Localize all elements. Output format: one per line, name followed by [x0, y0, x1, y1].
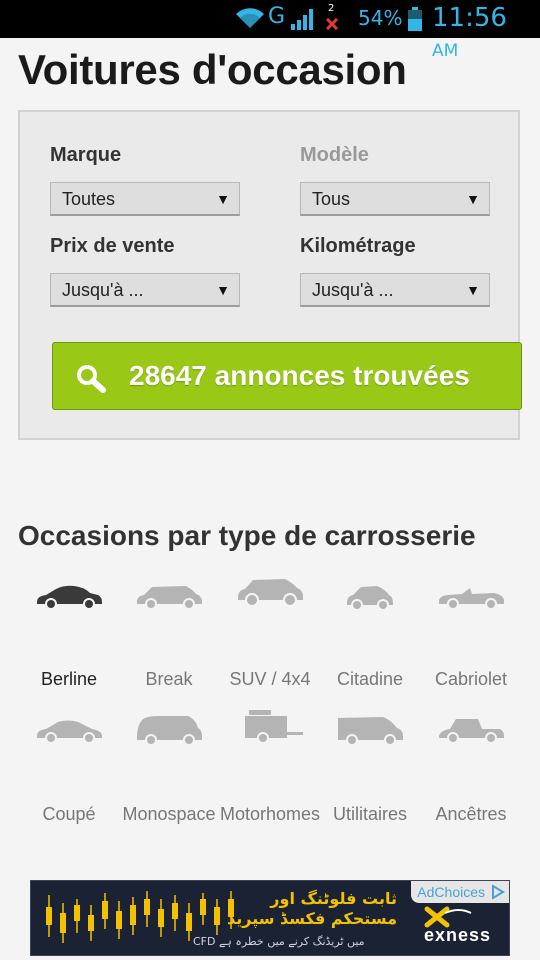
body-type-citadine[interactable]: Citadine — [318, 580, 422, 700]
ad-headline: ثابت فلوٹنگ اور مستحکم فکسڈ سپریڈ — [227, 889, 397, 929]
body-type-break[interactable]: Break — [117, 580, 221, 700]
body-type-cabriolet[interactable]: Cabriolet — [419, 580, 523, 700]
ad-banner[interactable]: ثابت فلوٹنگ اور مستحکم فکسڈ سپریڈ CFD می… — [30, 880, 510, 956]
clock-ampm: AM — [432, 41, 459, 61]
network-type-label: G — [268, 4, 286, 29]
signal-icon — [291, 9, 313, 30]
body-type-label: Coupé — [42, 804, 96, 824]
no-sim-icon — [325, 17, 339, 31]
page-title: Voitures d'occasion — [18, 46, 407, 93]
battery-percent: 54% — [358, 6, 403, 30]
adchoices-label: AdChoices — [417, 884, 485, 900]
city-car-icon — [347, 586, 393, 611]
body-type-ancetres[interactable]: Ancêtres — [419, 714, 523, 834]
body-type-label: Motorhomes — [219, 804, 321, 824]
model-select[interactable]: Tous ▼ — [300, 182, 490, 216]
coupe-icon — [37, 720, 102, 744]
van-icon — [338, 717, 403, 746]
suv-icon — [238, 579, 303, 607]
body-type-utilitaires[interactable]: Utilitaires — [318, 714, 422, 834]
ad-disclaimer: CFD میں ٹریڈنگ کرنے میں خطرہ ہے — [193, 935, 365, 948]
model-label: Modèle — [300, 144, 369, 166]
adchoices-icon — [492, 885, 505, 899]
ad-brand-name: exness — [423, 925, 491, 945]
body-type-monospace[interactable]: Monospace — [117, 714, 221, 834]
mileage-label: Kilométrage — [300, 235, 416, 257]
motorhome-icon — [245, 710, 303, 744]
model-select-value: Tous — [312, 189, 351, 209]
wifi-icon — [236, 8, 264, 28]
body-type-label: Ancêtres — [435, 804, 507, 824]
body-type-motorhomes[interactable]: Motorhomes — [218, 710, 322, 830]
mileage-select-value: Jusqu'à ... — [312, 280, 394, 300]
ad-headline-line2: مستحکم فکسڈ سپریڈ — [226, 909, 397, 928]
price-label: Prix de vente — [50, 235, 175, 257]
search-results-button[interactable]: 28647 annonces trouvées — [52, 342, 522, 410]
body-type-label: Utilitaires — [332, 804, 407, 824]
body-type-berline[interactable]: Berline — [17, 580, 121, 700]
body-type-coupe[interactable]: Coupé — [17, 714, 121, 834]
body-type-label: Berline — [40, 669, 98, 689]
dropdown-arrow-icon: ▼ — [466, 282, 480, 298]
price-select[interactable]: Jusqu'à ... ▼ — [50, 273, 240, 307]
dropdown-arrow-icon: ▼ — [466, 191, 480, 207]
clock: 11:56 AM — [432, 3, 540, 63]
minivan-icon — [137, 716, 202, 746]
body-type-label: SUV / 4x4 — [229, 669, 311, 689]
sedan-icon — [37, 585, 102, 610]
body-type-label: Break — [145, 669, 193, 689]
brand-label: Marque — [50, 144, 122, 166]
search-icon — [77, 365, 106, 393]
status-bar: G 2 54% 11:56 AM — [0, 0, 540, 61]
classic-car-icon — [439, 719, 504, 744]
convertible-icon — [439, 588, 504, 610]
body-type-suv[interactable]: SUV / 4x4 — [218, 574, 322, 694]
dropdown-arrow-icon: ▼ — [216, 191, 230, 207]
body-type-label: Citadine — [336, 669, 404, 689]
ad-headline-line1: ثابت فلوٹنگ اور — [270, 889, 397, 908]
body-type-label: Cabriolet — [434, 669, 508, 689]
station-wagon-icon — [137, 586, 202, 610]
brand-select[interactable]: Toutes ▼ — [50, 182, 240, 216]
body-types-title: Occasions par type de carrosserie — [18, 520, 476, 551]
dropdown-arrow-icon: ▼ — [216, 282, 230, 298]
brand-select-value: Toutes — [62, 189, 116, 209]
price-select-value: Jusqu'à ... — [62, 280, 144, 300]
adchoices-button[interactable]: AdChoices — [411, 881, 509, 903]
mileage-select[interactable]: Jusqu'à ... ▼ — [300, 273, 490, 307]
battery-icon — [408, 7, 422, 31]
clock-time: 11:56 — [432, 3, 507, 33]
body-type-label: Monospace — [122, 804, 216, 824]
search-results-count: 28647 annonces trouvées — [129, 360, 470, 391]
search-panel: Marque Toutes ▼ Modèle Tous ▼ Prix de ve… — [18, 110, 522, 440]
